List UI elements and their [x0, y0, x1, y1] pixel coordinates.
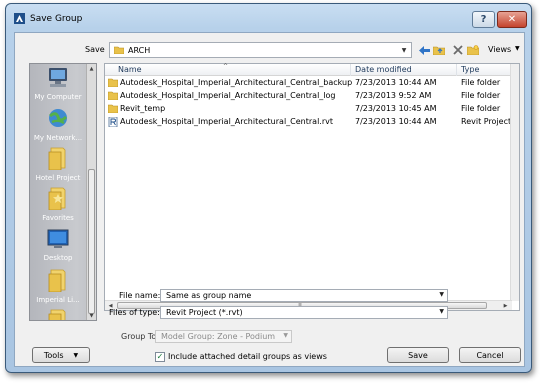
places-scroll-thumb[interactable]: [88, 169, 95, 314]
file-name-input[interactable]: Same as group name ▼: [160, 289, 448, 302]
back-icon[interactable]: [417, 43, 431, 57]
group-to-value: Model Group: Zone - Podium: [161, 332, 276, 341]
save-button-label: Save: [408, 350, 428, 360]
save-in-dropdown[interactable]: ARCH ▼: [109, 42, 412, 58]
tools-button[interactable]: Tools ▼: [32, 347, 90, 363]
column-date-modified[interactable]: Date modified: [355, 65, 412, 74]
place-partial-folder[interactable]: [30, 308, 86, 320]
file-date: 7/23/2013 10:44 AM: [355, 117, 437, 126]
cancel-button-label: Cancel: [476, 350, 504, 360]
file-type: File folder: [461, 104, 501, 113]
file-list-vertical-scrollbar[interactable]: [510, 64, 519, 301]
scroll-up-icon[interactable]: ▲: [87, 64, 96, 73]
file-name: Autodesk_Hospital_Imperial_Architectural…: [120, 91, 336, 100]
folder-icon: [48, 309, 66, 320]
network-icon: [49, 109, 68, 127]
folder-icon: [48, 269, 66, 293]
file-name-label: File name:: [119, 291, 161, 300]
desktop-icon: [47, 229, 69, 248]
folder-icon: [114, 46, 124, 54]
help-button[interactable]: ?: [472, 11, 495, 28]
chevron-down-icon[interactable]: ▼: [399, 46, 409, 55]
file-type: File folder: [461, 78, 501, 87]
files-of-type-dropdown[interactable]: Revit Project (*.rvt) ▼: [160, 306, 448, 319]
views-chevron-down-icon[interactable]: ▼: [515, 45, 520, 52]
place-label: My Computer: [34, 93, 82, 101]
column-divider[interactable]: [456, 64, 457, 76]
file-type: File folder: [461, 91, 501, 100]
include-detail-groups-checkbox[interactable]: ✓: [155, 352, 165, 362]
save-in-label: Save: [85, 45, 105, 54]
folder-icon: [108, 91, 118, 100]
column-divider[interactable]: [350, 64, 351, 76]
file-name: Revit_temp: [120, 104, 166, 113]
save-group-dialog: Save Group ? ✕ Save ARCH ▼ Views ▼ My Co…: [5, 3, 532, 373]
column-type[interactable]: Type: [461, 65, 479, 74]
place-imperial[interactable]: Imperial Li...: [30, 268, 86, 304]
scroll-down-icon[interactable]: ▼: [87, 311, 96, 320]
column-name[interactable]: Name: [118, 65, 142, 74]
current-folder-name: ARCH: [128, 45, 151, 55]
folder-icon: [108, 104, 118, 113]
window-title: Save Group: [30, 14, 83, 24]
file-type: Revit Project: [461, 117, 512, 126]
cancel-button[interactable]: Cancel: [459, 347, 521, 363]
include-detail-groups-label[interactable]: Include attached detail groups as views: [168, 352, 327, 361]
sort-ascending-icon: ^: [223, 63, 229, 70]
place-label: Desktop: [43, 254, 73, 262]
delete-icon[interactable]: [451, 43, 465, 57]
file-name: Autodesk_Hospital_Imperial_Architectural…: [120, 117, 333, 126]
place-my-network[interactable]: My Network...: [30, 108, 86, 142]
place-label: Favorites: [42, 214, 74, 222]
files-of-type-label: Files of type:: [109, 308, 160, 317]
title-bar[interactable]: Save Group ? ✕: [6, 4, 531, 32]
file-name-value: Same as group name: [166, 291, 252, 300]
file-date: 7/23/2013 10:44 AM: [355, 78, 437, 87]
place-label: Imperial Li...: [36, 296, 80, 304]
computer-icon: [49, 68, 67, 87]
save-button[interactable]: Save: [387, 347, 449, 363]
place-desktop[interactable]: Desktop: [30, 228, 86, 262]
group-to-dropdown: Model Group: Zone - Podium ▼: [155, 330, 292, 343]
up-folder-icon[interactable]: [432, 43, 446, 57]
file-list: Name ^ Date modified Type Autodesk_Hospi…: [104, 63, 520, 311]
file-name: Autodesk_Hospital_Imperial_Architectural…: [120, 78, 353, 87]
chevron-down-icon[interactable]: ▼: [439, 308, 444, 315]
group-to-label: Group To: [121, 332, 157, 341]
place-my-computer[interactable]: My Computer: [30, 67, 86, 101]
favorites-folder-icon: [48, 187, 66, 211]
file-row[interactable]: Revit_temp 7/23/2013 10:45 AM File folde…: [105, 103, 511, 116]
scroll-right-icon[interactable]: ▶: [501, 301, 510, 310]
views-menu[interactable]: Views: [488, 45, 511, 54]
folder-icon: [48, 147, 66, 171]
file-date: 7/23/2013 9:52 AM: [355, 91, 432, 100]
file-row[interactable]: Autodesk_Hospital_Imperial_Architectural…: [105, 90, 511, 103]
tools-button-label: Tools: [43, 350, 64, 360]
chevron-down-icon[interactable]: ▼: [439, 291, 444, 298]
revit-file-icon: [108, 117, 118, 127]
new-folder-icon[interactable]: [466, 43, 480, 57]
place-label: My Network...: [33, 134, 83, 142]
place-favorites[interactable]: Favorites: [30, 186, 86, 222]
close-button[interactable]: ✕: [497, 11, 527, 28]
file-date: 7/23/2013 10:45 AM: [355, 104, 437, 113]
dialog-body: Save ARCH ▼ Views ▼ My Computer My Netwo…: [14, 32, 525, 367]
files-of-type-value: Revit Project (*.rvt): [166, 308, 243, 317]
file-list-header: Name ^ Date modified Type: [105, 63, 511, 76]
places-scrollbar[interactable]: ▲ ▼: [86, 64, 96, 320]
file-row[interactable]: Autodesk_Hospital_Imperial_Architectural…: [105, 116, 511, 129]
place-hotel-project[interactable]: Hotel Project: [30, 146, 86, 182]
revit-app-icon: [14, 13, 25, 24]
chevron-down-icon: ▼: [73, 351, 79, 359]
places-bar: My Computer My Network... Hotel Project: [29, 63, 97, 321]
folder-icon: [108, 78, 118, 87]
place-label: Hotel Project: [35, 174, 81, 182]
file-row[interactable]: Autodesk_Hospital_Imperial_Architectural…: [105, 77, 511, 90]
chevron-down-icon: ▼: [283, 332, 288, 339]
